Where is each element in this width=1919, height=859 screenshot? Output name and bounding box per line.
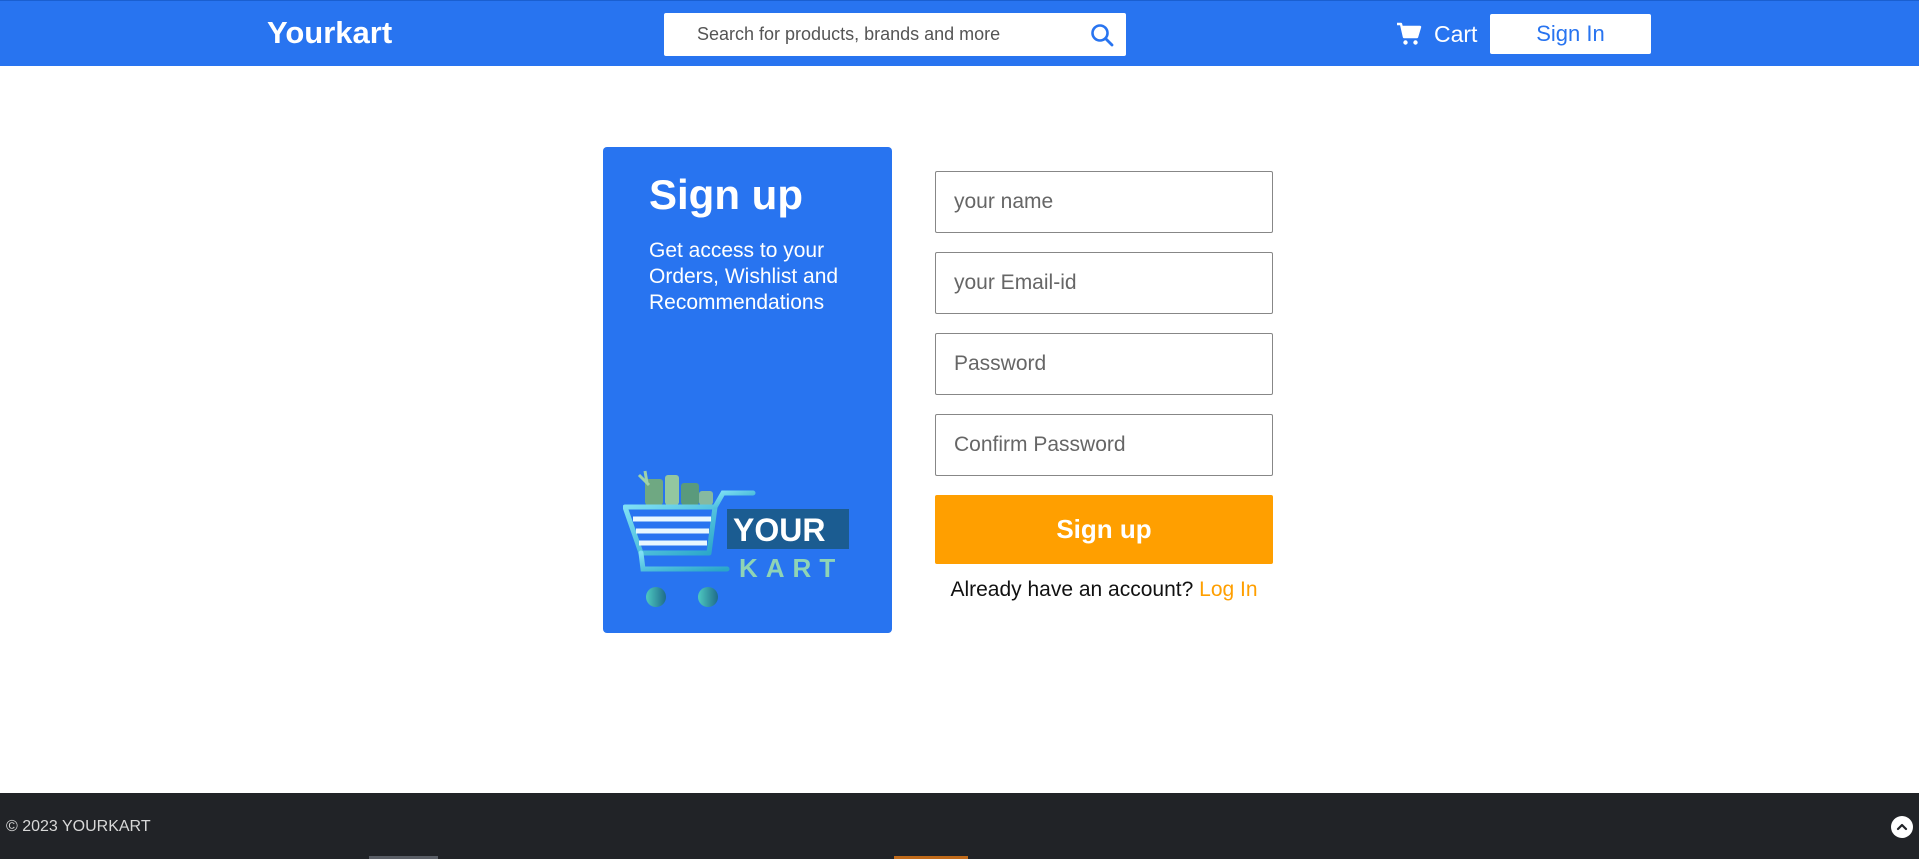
email-field[interactable] <box>935 252 1273 314</box>
cart-icon <box>1397 22 1422 45</box>
panel-description: Get access to your Orders, Wishlist and … <box>649 239 839 315</box>
login-prompt-text: Already have an account? <box>950 578 1194 601</box>
search-button[interactable] <box>1082 13 1122 56</box>
sign-in-button[interactable]: Sign In <box>1490 14 1651 54</box>
signup-form: Sign up Already have an account? Log In <box>935 171 1273 602</box>
sign-up-button[interactable]: Sign up <box>935 495 1273 564</box>
copyright-text: © 2023 YOURKART <box>6 818 151 835</box>
logo-word-your: YOUR <box>733 512 825 548</box>
cart-label: Cart <box>1434 20 1478 47</box>
scroll-to-top-button[interactable] <box>1891 816 1913 838</box>
footer: © 2023 YOURKART <box>0 793 1919 859</box>
confirm-password-field[interactable] <box>935 414 1273 476</box>
cart-link[interactable]: Cart <box>1396 17 1477 51</box>
panel-title: Sign up <box>649 171 803 218</box>
login-prompt: Already have an account? Log In <box>935 578 1273 602</box>
search-input[interactable] <box>664 13 1064 56</box>
yourkart-logo: YOUR KART <box>623 470 849 607</box>
top-navbar: Yourkart Cart Sign In <box>0 0 1919 66</box>
logo-word-kart: KART <box>739 553 843 583</box>
brand-logo[interactable]: Yourkart <box>267 15 392 51</box>
name-field[interactable] <box>935 171 1273 233</box>
search-bar <box>664 13 1126 56</box>
signup-info-panel: Sign up Get access to your Orders, Wishl… <box>603 147 892 633</box>
password-field[interactable] <box>935 333 1273 395</box>
chevron-up-icon <box>1896 823 1908 831</box>
search-icon <box>1091 23 1114 46</box>
log-in-link[interactable]: Log In <box>1199 578 1257 601</box>
